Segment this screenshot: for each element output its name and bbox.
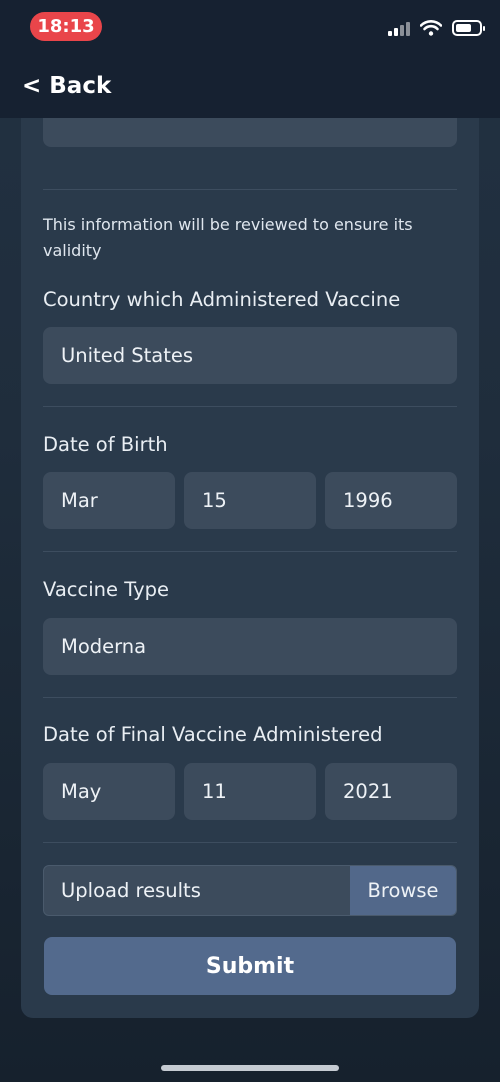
divider	[43, 551, 457, 552]
browse-button[interactable]: Browse	[350, 866, 456, 915]
signal-icon	[388, 20, 410, 36]
country-select[interactable]: United States	[43, 327, 457, 384]
upload-field[interactable]: Upload results Browse	[43, 865, 457, 916]
back-button[interactable]: < Back	[22, 73, 111, 99]
dob-day-select[interactable]: 15	[184, 472, 316, 529]
status-time: 18:13	[30, 12, 102, 41]
vaccine-type-label: Vaccine Type	[43, 578, 169, 601]
status-icons	[388, 20, 485, 36]
top-bar: 18:13 < Back	[0, 0, 500, 118]
upload-placeholder[interactable]: Upload results	[44, 866, 350, 915]
dob-month-select[interactable]: Mar	[43, 472, 175, 529]
wifi-icon	[420, 20, 442, 36]
final-date-day-select[interactable]: 11	[184, 763, 316, 820]
final-date-label: Date of Final Vaccine Administered	[43, 723, 383, 746]
divider	[43, 406, 457, 407]
divider	[43, 697, 457, 698]
divider	[43, 189, 457, 190]
divider	[43, 842, 457, 843]
submit-button[interactable]: Submit	[44, 937, 456, 995]
home-indicator[interactable]	[161, 1065, 339, 1071]
info-text: This information will be reviewed to ens…	[43, 215, 413, 260]
battery-icon	[452, 20, 485, 36]
final-date-month-select[interactable]: May	[43, 763, 175, 820]
dob-year-select[interactable]: 1996	[325, 472, 457, 529]
final-date-year-select[interactable]: 2021	[325, 763, 457, 820]
dob-label: Date of Birth	[43, 433, 168, 456]
country-label: Country which Administered Vaccine	[43, 288, 401, 311]
vaccine-type-select[interactable]: Moderna	[43, 618, 457, 675]
